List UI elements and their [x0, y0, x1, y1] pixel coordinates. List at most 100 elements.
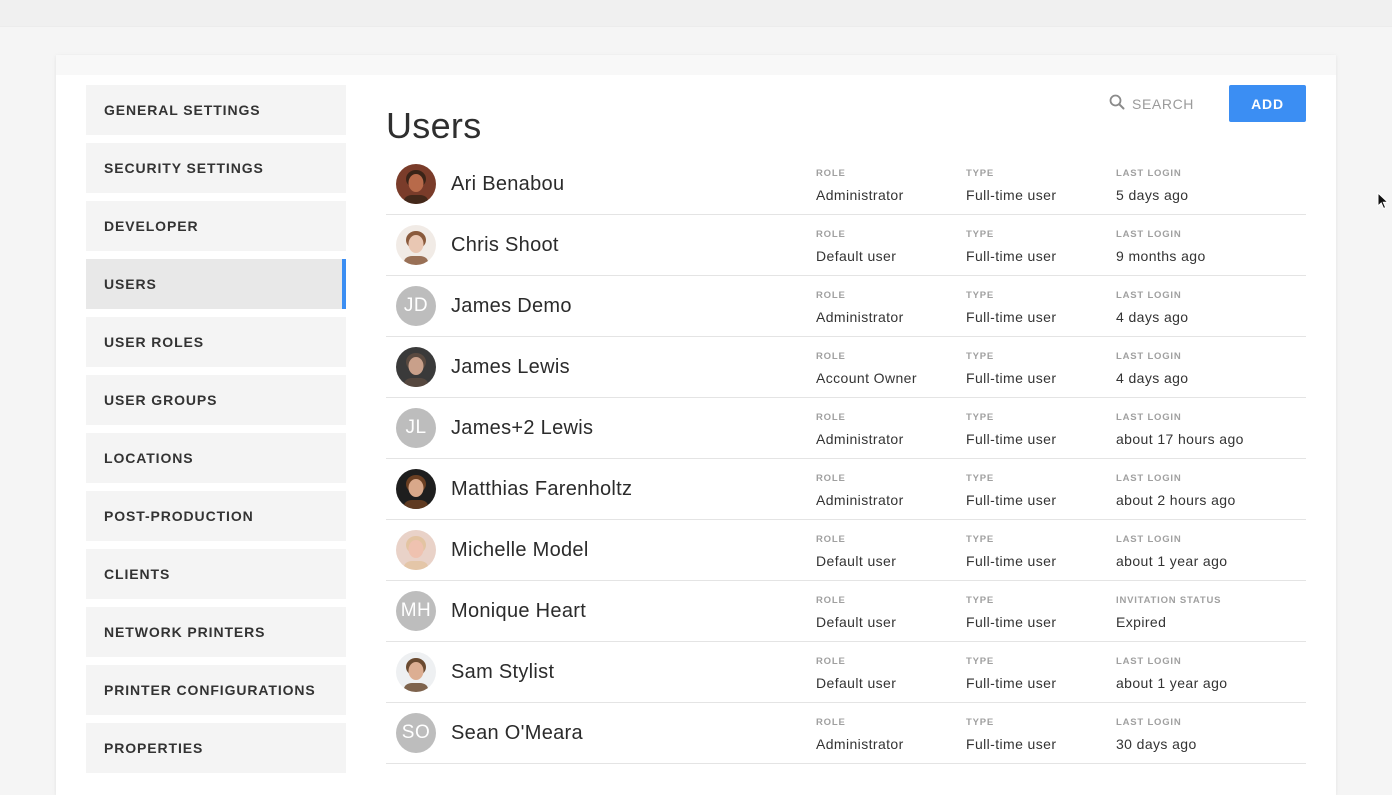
- avatar-initials: JL: [405, 417, 427, 438]
- role-value: Administrator: [816, 309, 904, 325]
- type-value: Full-time user: [966, 492, 1057, 508]
- last-login-label: LAST LOGIN: [1116, 534, 1182, 545]
- avatar-initials: JD: [403, 295, 429, 316]
- type-label: TYPE: [966, 656, 995, 667]
- role-column: ROLE Administrator: [816, 289, 904, 325]
- last-login-label: LAST LOGIN: [1116, 717, 1182, 728]
- role-value: Administrator: [816, 492, 904, 508]
- avatar: JD: [396, 286, 436, 326]
- last-login-value: 4 days ago: [1116, 309, 1189, 325]
- role-label: ROLE: [816, 656, 846, 667]
- user-row[interactable]: JL James+2 Lewis ROLE Administrator TYPE Full…: [386, 398, 1306, 459]
- last-login-column: LAST LOGIN about 2 hours ago: [1116, 472, 1236, 508]
- avatar: [396, 530, 436, 570]
- search-icon: [1109, 94, 1125, 113]
- add-user-button[interactable]: ADD: [1229, 85, 1306, 122]
- role-value: Administrator: [816, 736, 904, 752]
- last-login-column: LAST LOGIN 9 months ago: [1116, 228, 1206, 264]
- user-name: James Demo: [451, 295, 572, 317]
- last-login-label: INVITATION STATUS: [1116, 595, 1222, 606]
- last-login-column: LAST LOGIN about 1 year ago: [1116, 533, 1227, 569]
- search-label: SEARCH: [1132, 95, 1194, 112]
- type-label: TYPE: [966, 595, 995, 606]
- last-login-column: LAST LOGIN about 17 hours ago: [1116, 411, 1244, 447]
- role-column: ROLE Administrator: [816, 716, 904, 752]
- type-value: Full-time user: [966, 675, 1057, 691]
- role-value: Default user: [816, 248, 897, 264]
- role-label: ROLE: [816, 412, 846, 423]
- sidebar-item-network-printers[interactable]: NETWORK PRINTERS: [86, 607, 346, 657]
- last-login-value: about 1 year ago: [1116, 675, 1228, 691]
- type-label: TYPE: [966, 351, 995, 362]
- avatar: [396, 469, 436, 509]
- user-row[interactable]: MH Monique Heart ROLE Default user TYPE Full-…: [386, 581, 1306, 642]
- user-name: Sam Stylist: [451, 661, 555, 683]
- last-login-value: about 2 hours ago: [1116, 492, 1236, 508]
- type-column: TYPE Full-time user: [966, 716, 1056, 752]
- type-value: Full-time user: [966, 309, 1057, 325]
- avatar-photo: [396, 530, 436, 570]
- settings-sidebar: GENERAL SETTINGS SECURITY SETTINGS DEVELOP…: [86, 85, 346, 781]
- type-value: Full-time user: [966, 553, 1057, 569]
- sidebar-item-properties[interactable]: PROPERTIES: [86, 723, 346, 773]
- user-row[interactable]: SO Sean O'Meara ROLE Administrator TYPE Full-…: [386, 703, 1306, 764]
- type-label: TYPE: [966, 473, 995, 484]
- avatar-initials: SO: [401, 722, 431, 743]
- last-login-label: LAST LOGIN: [1116, 290, 1182, 301]
- type-label: TYPE: [966, 229, 995, 240]
- role-label: ROLE: [816, 168, 846, 179]
- sidebar-item-locations[interactable]: LOCATIONS: [86, 433, 346, 483]
- avatar: [396, 652, 436, 692]
- type-value: Full-time user: [966, 187, 1057, 203]
- sidebar-item-general-settings[interactable]: GENERAL SETTINGS: [86, 85, 346, 135]
- avatar-photo: [396, 164, 436, 204]
- settings-card: GENERAL SETTINGS SECURITY SETTINGS DEVELOP…: [56, 55, 1336, 795]
- mouse-pointer-icon: [1377, 191, 1390, 215]
- user-row[interactable]: Chris Shoot ROLE Default user TYPE Full-time…: [386, 215, 1306, 276]
- user-row[interactable]: James Lewis ROLE Account Owner TYPE Full-tim…: [386, 337, 1306, 398]
- last-login-column: LAST LOGIN 30 days ago: [1116, 716, 1197, 752]
- avatar-photo: [396, 225, 436, 265]
- role-column: ROLE Default user: [816, 655, 896, 691]
- user-row[interactable]: Sam Stylist ROLE Default user TYPE Full-time…: [386, 642, 1306, 703]
- avatar: [396, 225, 436, 265]
- type-column: TYPE Full-time user: [966, 594, 1056, 630]
- user-row[interactable]: Ari Benabou ROLE Administrator TYPE Full-tim…: [386, 154, 1306, 215]
- last-login-label: LAST LOGIN: [1116, 229, 1182, 240]
- sidebar-item-user-groups[interactable]: USER GROUPS: [86, 375, 346, 425]
- avatar-photo: [396, 469, 436, 509]
- users-header: Users SEARCH ADD: [386, 85, 1306, 146]
- role-column: ROLE Default user: [816, 228, 896, 264]
- role-value: Default user: [816, 553, 897, 569]
- role-column: ROLE Administrator: [816, 411, 904, 447]
- last-login-column: LAST LOGIN 5 days ago: [1116, 167, 1189, 203]
- last-login-value: 4 days ago: [1116, 370, 1189, 386]
- user-row[interactable]: Michelle Model ROLE Default user TYPE Full-t…: [386, 520, 1306, 581]
- last-login-column: INVITATION STATUS Expired: [1116, 594, 1221, 630]
- sidebar-item-user-roles[interactable]: USER ROLES: [86, 317, 346, 367]
- type-column: TYPE Full-time user: [966, 472, 1056, 508]
- avatar: [396, 347, 436, 387]
- avatar: MH: [396, 591, 436, 631]
- sidebar-item-security-settings[interactable]: SECURITY SETTINGS: [86, 143, 346, 193]
- last-login-label: LAST LOGIN: [1116, 473, 1182, 484]
- sidebar-item-printer-configurations[interactable]: PRINTER CONFIGURATIONS: [86, 665, 346, 715]
- user-name: Matthias Farenholtz: [451, 478, 633, 500]
- last-login-label: LAST LOGIN: [1116, 168, 1182, 179]
- avatar: JL: [396, 408, 436, 448]
- search-button[interactable]: SEARCH: [1109, 85, 1194, 122]
- user-list: Ari Benabou ROLE Administrator TYPE Full-tim…: [386, 154, 1306, 764]
- role-value: Administrator: [816, 187, 904, 203]
- sidebar-item-users[interactable]: USERS: [86, 259, 346, 309]
- user-row[interactable]: JD James Demo ROLE Administrator TYPE Full-ti…: [386, 276, 1306, 337]
- sidebar-item-clients[interactable]: CLIENTS: [86, 549, 346, 599]
- user-name: James Lewis: [451, 356, 570, 378]
- sidebar-item-developer[interactable]: DEVELOPER: [86, 201, 346, 251]
- type-column: TYPE Full-time user: [966, 167, 1056, 203]
- sidebar-item-post-production[interactable]: POST-PRODUCTION: [86, 491, 346, 541]
- last-login-label: LAST LOGIN: [1116, 351, 1182, 362]
- type-column: TYPE Full-time user: [966, 228, 1056, 264]
- last-login-value: 9 months ago: [1116, 248, 1206, 264]
- user-row[interactable]: Matthias Farenholtz ROLE Administrator TYPE…: [386, 459, 1306, 520]
- avatar-photo: [396, 347, 436, 387]
